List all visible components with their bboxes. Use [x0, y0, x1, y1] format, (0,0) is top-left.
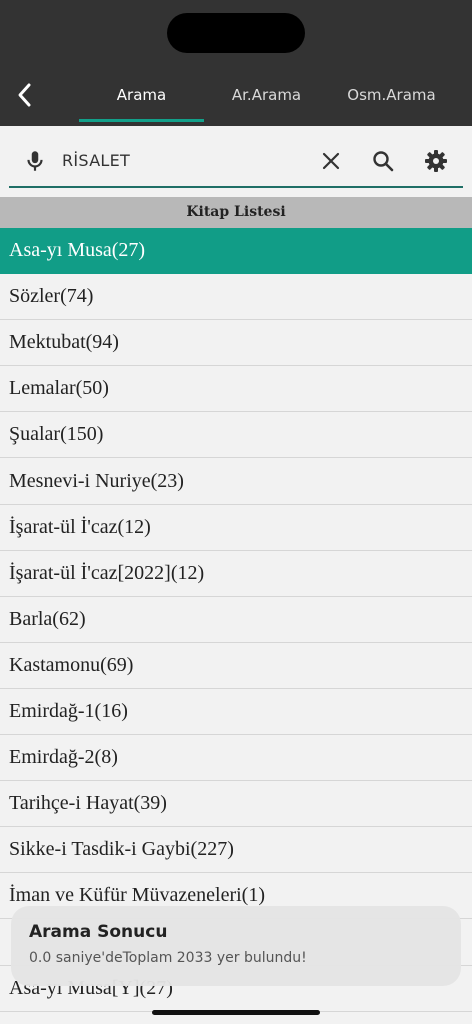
list-item[interactable]: Şualar(150) — [0, 412, 472, 459]
list-item[interactable]: Kastamonu(69) — [0, 642, 472, 689]
mic-button[interactable] — [22, 148, 48, 174]
search-input[interactable] — [62, 146, 302, 174]
close-icon — [322, 152, 340, 170]
list-item[interactable]: Emirdağ-1(16) — [0, 688, 472, 736]
chevron-left-icon — [18, 83, 31, 107]
list-item[interactable]: Emirdağ-2(8) — [0, 735, 472, 782]
home-indicator — [152, 1010, 320, 1015]
list-item[interactable]: Mesnevi-i Nuriye(23) — [0, 458, 472, 505]
book-list-header: Kitap Listesi — [0, 197, 472, 228]
list-item[interactable]: İşarat-ül İ'caz(12) — [0, 504, 472, 551]
search-result-toast: Arama Sonucu 0.0 saniye'deToplam 2033 ye… — [11, 906, 461, 986]
search-underline — [9, 186, 463, 188]
top-bar: Arama Ar.Arama Osm.Arama — [0, 0, 472, 126]
tab-arama[interactable]: Arama — [79, 78, 204, 112]
toast-title: Arama Sonucu — [29, 922, 168, 942]
settings-button[interactable] — [423, 148, 449, 174]
list-item[interactable]: Sözler(74) — [0, 274, 472, 321]
clear-button[interactable] — [318, 148, 344, 174]
microphone-icon — [27, 151, 43, 171]
gear-icon — [425, 150, 447, 172]
back-button[interactable] — [10, 80, 40, 110]
active-tab-indicator — [79, 119, 204, 122]
list-item[interactable]: İşarat-ül İ'caz[2022](12) — [0, 550, 472, 597]
list-item[interactable]: Sikke-i Tasdik-i Gaybi(227) — [0, 827, 472, 874]
tab-ar-arama[interactable]: Ar.Arama — [204, 78, 329, 112]
list-item[interactable]: Tarihçe-i Hayat(39) — [0, 781, 472, 828]
tab-osm-arama[interactable]: Osm.Arama — [329, 78, 454, 112]
list-item[interactable]: Lemalar(50) — [0, 366, 472, 413]
search-icon — [373, 151, 394, 172]
list-item[interactable]: Mektubat(94) — [0, 320, 472, 367]
dynamic-island — [167, 13, 305, 53]
book-list: Asa-yı Musa(27) Sözler(74) Mektubat(94) Lem… — [0, 228, 472, 1012]
search-button[interactable] — [370, 148, 396, 174]
toast-message: 0.0 saniye'deToplam 2033 yer bulundu! — [29, 950, 307, 966]
list-item[interactable]: Barla(62) — [0, 596, 472, 643]
list-item[interactable]: Asa-yı Musa(27) — [0, 228, 472, 275]
